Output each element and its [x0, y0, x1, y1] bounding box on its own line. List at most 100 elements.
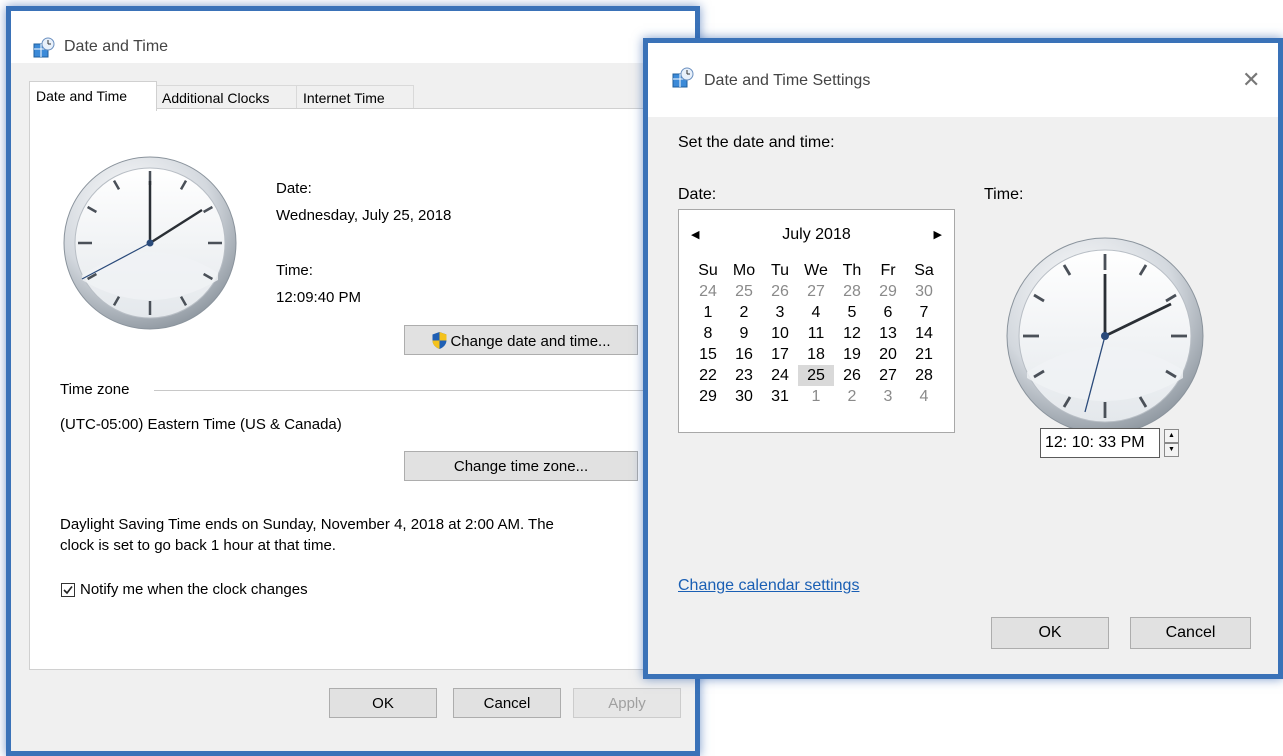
- calendar-day[interactable]: 30: [726, 386, 762, 407]
- calendar-day[interactable]: 8: [690, 323, 726, 344]
- tab-date-and-time[interactable]: Date and Time: [29, 81, 157, 111]
- date-time-window-icon: [672, 67, 694, 88]
- calendar-day[interactable]: 26: [762, 281, 798, 302]
- calendar: ◀ July 2018 ▶ Su Mo Tu We Th Fr Sa 24 25…: [678, 209, 955, 433]
- calendar-day[interactable]: 9: [726, 323, 762, 344]
- calendar-day[interactable]: 10: [762, 323, 798, 344]
- calendar-month-year[interactable]: July 2018: [679, 226, 954, 244]
- calendar-day[interactable]: 16: [726, 344, 762, 365]
- calendar-day[interactable]: 4: [798, 302, 834, 323]
- settings-window-title: Date and Time Settings: [704, 72, 871, 89]
- calendar-day[interactable]: 31: [762, 386, 798, 407]
- calendar-grid: Su Mo Tu We Th Fr Sa 24 25 26 27 28 29 3…: [690, 260, 942, 407]
- title-bar: Date and Time: [11, 11, 695, 63]
- calendar-day[interactable]: 6: [870, 302, 906, 323]
- calendar-day[interactable]: 7: [906, 302, 942, 323]
- calendar-day[interactable]: 23: [726, 365, 762, 386]
- calendar-day[interactable]: 17: [762, 344, 798, 365]
- window-title: Date and Time: [64, 38, 169, 55]
- weekday: Tu: [770, 262, 790, 279]
- tab-additional-clocks[interactable]: Additional Clocks: [155, 85, 297, 110]
- uac-shield-icon: [432, 331, 447, 349]
- date-time-window-icon: [33, 37, 55, 58]
- analog-clock-icon: [1006, 237, 1204, 435]
- close-icon[interactable]: ✕: [1242, 69, 1260, 91]
- change-timezone-button[interactable]: Change time zone...: [404, 451, 638, 481]
- settings-time-label: Time:: [984, 186, 1024, 203]
- timezone-value: (UTC-05:00) Eastern Time (US & Canada): [60, 416, 342, 433]
- calendar-day[interactable]: 28: [906, 365, 942, 386]
- calendar-day[interactable]: 12: [834, 323, 870, 344]
- calendar-week: 29 30 31 1 2 3 4: [690, 386, 942, 407]
- tab-internet-time[interactable]: Internet Time: [296, 85, 414, 110]
- calendar-day[interactable]: 24: [762, 365, 798, 386]
- weekday: Th: [842, 262, 862, 279]
- weekday: Mo: [732, 262, 756, 279]
- calendar-day[interactable]: 2: [726, 302, 762, 323]
- weekday: We: [804, 262, 828, 279]
- weekday: Su: [698, 262, 718, 279]
- apply-button[interactable]: Apply: [573, 688, 681, 718]
- calendar-day[interactable]: 5: [834, 302, 870, 323]
- calendar-day[interactable]: 13: [870, 323, 906, 344]
- cancel-button[interactable]: Cancel: [453, 688, 561, 718]
- timezone-divider: [154, 390, 654, 391]
- calendar-day[interactable]: 21: [906, 344, 942, 365]
- settings-cancel-button[interactable]: Cancel: [1130, 617, 1251, 649]
- date-time-panel: Date: Wednesday, July 25, 2018 Time: 12:…: [29, 108, 691, 670]
- calendar-day[interactable]: 18: [798, 344, 834, 365]
- calendar-day[interactable]: 25: [726, 281, 762, 302]
- dst-notice-line2: clock is set to go back 1 hour at that t…: [60, 537, 336, 554]
- spin-up-icon[interactable]: ▲: [1164, 429, 1179, 443]
- calendar-day[interactable]: 28: [834, 281, 870, 302]
- notify-label: Notify me when the clock changes: [80, 581, 308, 598]
- calendar-day[interactable]: 1: [690, 302, 726, 323]
- calendar-day[interactable]: 19: [834, 344, 870, 365]
- calendar-day[interactable]: 29: [870, 281, 906, 302]
- timezone-group-label: Time zone: [60, 381, 130, 398]
- calendar-day[interactable]: 26: [834, 365, 870, 386]
- calendar-day[interactable]: 4: [906, 386, 942, 407]
- calendar-day[interactable]: 27: [798, 281, 834, 302]
- calendar-week: 22 23 24 25 26 27 28: [690, 365, 942, 386]
- change-date-time-label: Change date and time...: [450, 332, 611, 350]
- time-value: 12:09:40 PM: [276, 289, 362, 306]
- notify-checkbox[interactable]: [61, 583, 75, 597]
- calendar-day[interactable]: 29: [690, 386, 726, 407]
- weekday: Sa: [914, 262, 934, 279]
- weekday-header: Su Mo Tu We Th Fr Sa: [690, 260, 942, 281]
- calendar-day[interactable]: 11: [798, 323, 834, 344]
- next-month-icon[interactable]: ▶: [934, 228, 942, 241]
- change-calendar-settings-link[interactable]: Change calendar settings: [678, 577, 859, 595]
- ok-button[interactable]: OK: [329, 688, 437, 718]
- change-date-time-button[interactable]: Change date and time...: [404, 325, 638, 355]
- date-time-settings-window: Date and Time Settings ✕ Set the date an…: [643, 38, 1283, 679]
- time-label: Time:: [276, 262, 313, 279]
- calendar-day[interactable]: 27: [870, 365, 906, 386]
- calendar-day[interactable]: 24: [690, 281, 726, 302]
- date-time-window: Date and Time ✕ Date and Time Additional…: [6, 6, 700, 756]
- spin-down-icon[interactable]: ▼: [1164, 443, 1179, 457]
- calendar-week: 24 25 26 27 28 29 30: [690, 281, 942, 302]
- settings-ok-button[interactable]: OK: [991, 617, 1109, 649]
- settings-date-label: Date:: [678, 186, 717, 203]
- calendar-week: 8 9 10 11 12 13 14: [690, 323, 942, 344]
- calendar-day[interactable]: 14: [906, 323, 942, 344]
- calendar-day[interactable]: 30: [906, 281, 942, 302]
- settings-heading: Set the date and time:: [678, 134, 835, 151]
- checkmark-icon: [63, 586, 73, 595]
- analog-clock-icon: [63, 156, 237, 330]
- calendar-day[interactable]: 3: [870, 386, 906, 407]
- calendar-day[interactable]: 15: [690, 344, 726, 365]
- calendar-day[interactable]: 1: [798, 386, 834, 407]
- calendar-day-selected[interactable]: 25: [798, 365, 834, 386]
- calendar-day[interactable]: 2: [834, 386, 870, 407]
- calendar-day[interactable]: 3: [762, 302, 798, 323]
- calendar-day[interactable]: 20: [870, 344, 906, 365]
- calendar-week: 15 16 17 18 19 20 21: [690, 344, 942, 365]
- date-label: Date:: [276, 180, 312, 197]
- settings-title-bar: Date and Time Settings ✕: [648, 43, 1278, 117]
- time-input[interactable]: 12: 10: 33 PM: [1040, 428, 1160, 458]
- calendar-day[interactable]: 22: [690, 365, 726, 386]
- date-value: Wednesday, July 25, 2018: [276, 207, 452, 224]
